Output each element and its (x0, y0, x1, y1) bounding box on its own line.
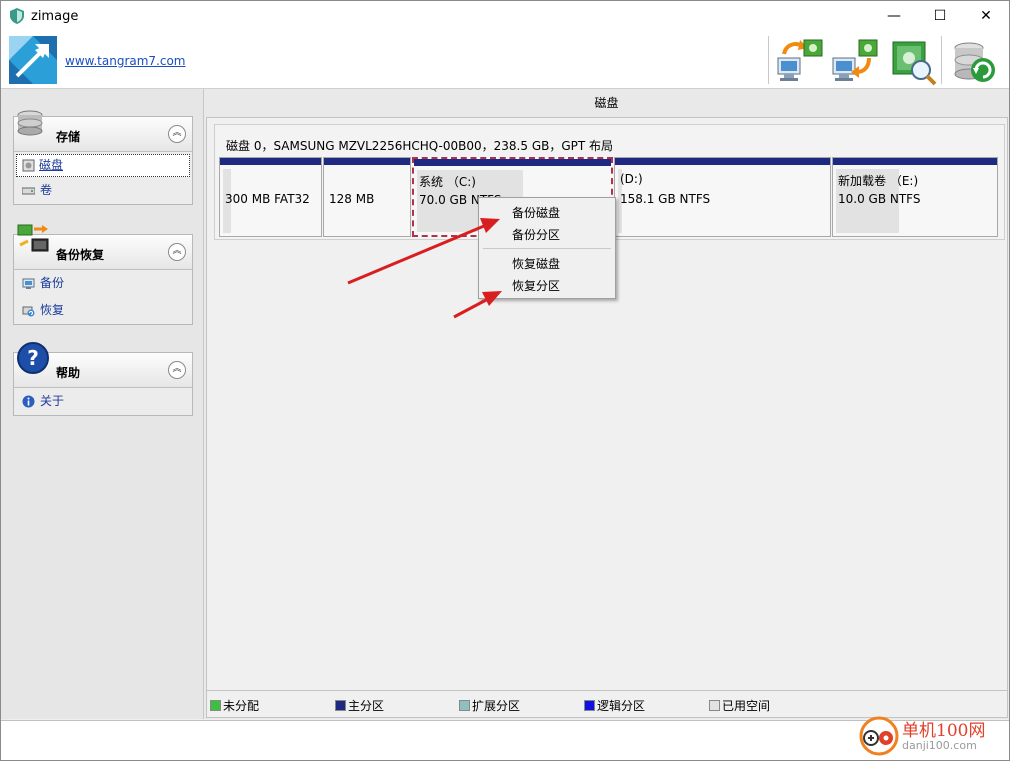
backup-restore-panel-title: 备份恢复 (56, 248, 105, 262)
partition-block[interactable]: 300 MB FAT32 (219, 157, 322, 237)
sidebar-item-label: 磁盘 (39, 158, 64, 172)
legend-item: 已用空间 (709, 697, 770, 714)
partition-size: 300 MB FAT32 (225, 192, 310, 206)
restore-icon (22, 306, 35, 317)
sidebar-item-label: 关于 (40, 394, 65, 408)
partition-name: 新加载卷 （E:) (838, 174, 919, 188)
help-panel-title: 帮助 (56, 366, 81, 380)
window-title: zimage (31, 9, 79, 24)
partition-block[interactable]: 128 MB (323, 157, 411, 237)
sidebar-item-label: 备份 (40, 276, 65, 290)
sidebar-item-label: 卷 (40, 183, 53, 197)
legend-swatch (709, 700, 720, 711)
legend-label: 已用空间 (722, 699, 771, 713)
backup-disk-icon[interactable] (774, 36, 824, 86)
storage-panel-title: 存储 (56, 130, 81, 144)
partition-name: 系统 （C:) (419, 175, 476, 189)
partition-type-bar (324, 158, 410, 165)
maximize-button[interactable]: ☐ (917, 1, 963, 32)
partition-type-bar (220, 158, 321, 165)
partition-block[interactable]: (D:) 158.1 GB NTFS (614, 157, 831, 237)
sidebar-item-restore[interactable]: 恢复 (14, 297, 192, 324)
legend-label: 主分区 (348, 699, 385, 713)
help-panel: ? 帮助 ︽ 关于 (13, 342, 193, 416)
partition-block[interactable]: 新加载卷 （E:) 10.0 GB NTFS (832, 157, 998, 237)
svg-text:?: ? (27, 346, 39, 370)
menu-separator (483, 248, 611, 249)
restore-disk-icon[interactable] (829, 36, 879, 86)
menu-item-restore-partition[interactable]: 恢复分区 (512, 277, 560, 294)
watermark: 单机100网 danji100.com (855, 712, 1010, 761)
sidebar-item-backup[interactable]: 备份 (14, 270, 192, 297)
legend-item: 扩展分区 (459, 697, 520, 714)
storage-icon (17, 110, 43, 136)
partition-type-bar (833, 158, 997, 165)
backup-restore-icon (17, 224, 49, 252)
partition-size: 128 MB (329, 192, 375, 206)
menu-item-backup-partition[interactable]: 备份分区 (512, 226, 560, 243)
backup-icon (22, 278, 35, 289)
browse-image-icon[interactable] (889, 36, 939, 86)
minimize-button[interactable]: — (871, 1, 917, 32)
legend-swatch (335, 700, 346, 711)
partition-size: 158.1 GB NTFS (620, 192, 711, 206)
menu-item-restore-disk[interactable]: 恢复磁盘 (512, 255, 560, 272)
collapse-icon[interactable]: ︽ (168, 243, 186, 261)
sidebar-item-about[interactable]: 关于 (14, 388, 192, 415)
tangram-logo (9, 36, 57, 84)
legend-item: 主分区 (335, 697, 384, 714)
help-icon: ? (17, 342, 49, 374)
partition-type-bar (414, 159, 611, 166)
close-button[interactable]: ✕ (963, 1, 1009, 32)
toolbar-separator (768, 36, 769, 84)
toolbar-separator (941, 36, 942, 84)
legend-swatch (210, 700, 221, 711)
legend-label: 未分配 (223, 699, 260, 713)
sidebar: 存储 ︽ 磁盘 卷 备份恢复 ︽ 备份 恢复 ? 帮助 ︽ 关于 (1, 89, 204, 719)
partition-size: 10.0 GB NTFS (838, 192, 921, 206)
legend-label: 扩展分区 (472, 699, 521, 713)
watermark-logo-icon (859, 716, 899, 756)
collapse-icon[interactable]: ︽ (168, 125, 186, 143)
volume-icon (22, 187, 35, 195)
partition-type-bar (615, 158, 830, 165)
menu-item-backup-disk[interactable]: 备份磁盘 (512, 204, 560, 221)
storage-panel-header[interactable]: 存储 ︽ (14, 110, 192, 152)
help-panel-header[interactable]: ? 帮助 ︽ (14, 342, 192, 388)
app-header: www.tangram7.com (1, 32, 1009, 89)
watermark-title: 单机100网 (902, 721, 986, 741)
website-link[interactable]: www.tangram7.com (65, 54, 186, 68)
context-menu: 备份磁盘 备份分区 恢复磁盘 恢复分区 (478, 197, 616, 299)
sidebar-item-volume[interactable]: 卷 (14, 177, 192, 204)
refresh-disk-icon[interactable] (949, 36, 999, 86)
storage-panel: 存储 ︽ 磁盘 卷 (13, 110, 193, 205)
disk-info-label: 磁盘 0，SAMSUNG MZVL2256HCHQ-00B00，238.5 GB… (226, 139, 614, 153)
backup-restore-panel-header[interactable]: 备份恢复 ︽ (14, 224, 192, 270)
sidebar-item-disk[interactable]: 磁盘 (16, 154, 190, 177)
page-title: 磁盘 (594, 96, 619, 110)
title-bar: zimage — ☐ ✕ (1, 1, 1009, 32)
app-shield-icon (10, 8, 24, 24)
watermark-url: danji100.com (902, 739, 977, 752)
disk-icon (22, 159, 35, 172)
main-panel: 磁盘 磁盘 0，SAMSUNG MZVL2256HCHQ-00B00，238.5… (204, 89, 1009, 719)
legend-item: 逻辑分区 (584, 697, 645, 714)
legend-swatch (459, 700, 470, 711)
sidebar-item-label: 恢复 (40, 303, 65, 317)
info-icon (22, 395, 35, 408)
collapse-icon[interactable]: ︽ (168, 361, 186, 379)
backup-restore-panel: 备份恢复 ︽ 备份 恢复 (13, 224, 193, 325)
partition-name: (D:) (620, 172, 643, 186)
legend-swatch (584, 700, 595, 711)
app-window: zimage — ☐ ✕ www.tangram7.com 存储 ︽ 磁盘 卷 … (0, 0, 1010, 761)
legend-label: 逻辑分区 (597, 699, 646, 713)
legend-item: 未分配 (210, 697, 259, 714)
